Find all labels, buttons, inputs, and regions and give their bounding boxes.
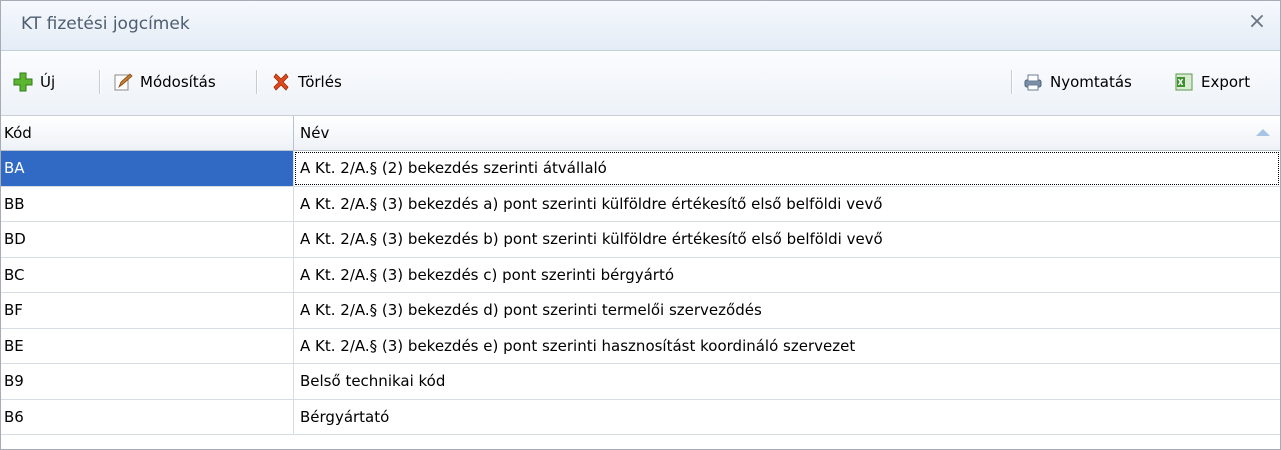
- window-title: KT fizetési jogcímek: [21, 14, 190, 34]
- cell-name[interactable]: A Kt. 2/A.§ (2) bekezdés szerinti átváll…: [294, 151, 1280, 186]
- table-row[interactable]: BA A Kt. 2/A.§ (2) bekezdés szerinti átvá…: [1, 151, 1280, 187]
- cell-code[interactable]: BC: [1, 257, 294, 293]
- cell-code[interactable]: BF: [1, 293, 294, 328]
- edit-button-label: Módosítás: [140, 73, 216, 91]
- cell-name[interactable]: A Kt. 2/A.§ (3) bekezdés b) pont szerint…: [294, 222, 1280, 257]
- delete-button-label: Törlés: [298, 73, 342, 91]
- column-header-name[interactable]: Név: [294, 116, 1280, 150]
- table-row[interactable]: BC A Kt. 2/A.§ (3) bekezdés c) pont szeri…: [1, 257, 1280, 293]
- cell-name[interactable]: Bérgyártató: [294, 400, 1280, 435]
- cell-code[interactable]: BA: [1, 151, 294, 186]
- cell-code[interactable]: BD: [1, 222, 294, 257]
- column-header-code[interactable]: Kód: [1, 116, 294, 150]
- toolbar-separator: [99, 70, 101, 94]
- cell-name[interactable]: A Kt. 2/A.§ (3) bekezdés a) pont szerint…: [294, 187, 1280, 222]
- cell-code[interactable]: B9: [1, 364, 294, 399]
- cell-name[interactable]: Belső technikai kód: [294, 364, 1280, 399]
- table-row[interactable]: BE A Kt. 2/A.§ (3) bekezdés e) pont szeri…: [1, 328, 1280, 364]
- cell-name[interactable]: A Kt. 2/A.§ (3) bekezdés d) pont szerint…: [294, 293, 1280, 328]
- edit-button[interactable]: Módosítás: [113, 66, 216, 98]
- title-bar: KT fizetési jogcímek ×: [1, 1, 1280, 51]
- sort-ascending-icon: [1256, 129, 1270, 136]
- close-icon[interactable]: ×: [1246, 11, 1268, 33]
- toolbar: Új Módosítás Törlés Nyomtatás Export: [1, 51, 1280, 116]
- cell-name[interactable]: A Kt. 2/A.§ (3) bekezdés c) pont szerint…: [294, 258, 1280, 293]
- table-row[interactable]: BB A Kt. 2/A.§ (3) bekezdés a) pont szeri…: [1, 186, 1280, 222]
- table-row[interactable]: BD A Kt. 2/A.§ (3) bekezdés b) pont szeri…: [1, 222, 1280, 258]
- cell-code[interactable]: B6: [1, 399, 294, 435]
- grid-body: BA A Kt. 2/A.§ (2) bekezdés szerinti átvá…: [1, 151, 1280, 435]
- grid-header: Kód Név: [1, 116, 1280, 151]
- delete-button[interactable]: Törlés: [271, 66, 342, 98]
- new-button-label: Új: [40, 73, 56, 91]
- edit-icon: [114, 73, 133, 91]
- export-button-label: Export: [1201, 73, 1251, 91]
- window: KT fizetési jogcímek × Új Módosítás Törl…: [0, 0, 1281, 450]
- toolbar-separator: [1011, 70, 1013, 94]
- print-button[interactable]: Nyomtatás: [1023, 66, 1132, 98]
- export-button[interactable]: Export: [1174, 66, 1250, 98]
- table-row[interactable]: BF A Kt. 2/A.§ (3) bekezdés d) pont szeri…: [1, 293, 1280, 329]
- table-row[interactable]: B9 Belső technikai kód: [1, 364, 1280, 400]
- toolbar-separator: [256, 70, 258, 94]
- new-button[interactable]: Új: [13, 66, 55, 98]
- cell-code[interactable]: BB: [1, 186, 294, 222]
- table-row[interactable]: B6 Bérgyártató: [1, 399, 1280, 435]
- cell-code[interactable]: BE: [1, 328, 294, 364]
- cell-name[interactable]: A Kt. 2/A.§ (3) bekezdés e) pont szerint…: [294, 329, 1280, 364]
- excel-icon: [1175, 73, 1193, 91]
- print-button-label: Nyomtatás: [1050, 73, 1132, 91]
- printer-icon: [1024, 74, 1042, 91]
- plus-icon: [13, 72, 33, 92]
- delete-x-icon: [273, 73, 289, 91]
